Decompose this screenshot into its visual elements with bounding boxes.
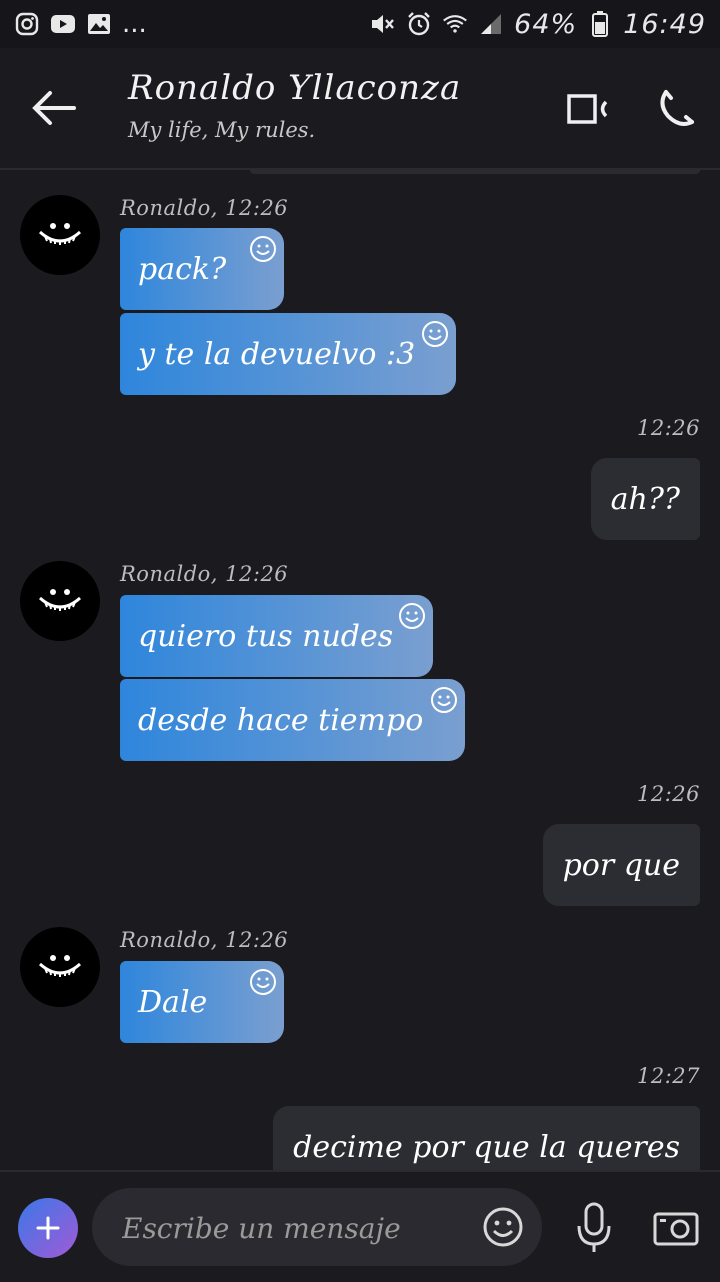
incoming-bubble[interactable]: y te la devuelvo :3: [120, 313, 456, 395]
message-text: por que: [562, 847, 680, 883]
voice-call-button[interactable]: [656, 88, 696, 128]
message-text: y te la devuelvo :3: [138, 336, 416, 372]
alarm-icon: [406, 11, 432, 37]
message-meta: 12:27: [636, 1064, 700, 1088]
grin-face-icon: [38, 955, 82, 977]
incoming-bubble[interactable]: pack?: [120, 228, 284, 310]
message-text: ah??: [610, 481, 680, 517]
video-camera-icon: [567, 94, 608, 124]
react-smiley-icon[interactable]: [248, 967, 278, 997]
signal-icon: [478, 11, 504, 37]
message-input-wrap: [92, 1188, 542, 1266]
contact-status: My life, My rules.: [128, 118, 316, 142]
camera-icon: [653, 1212, 699, 1246]
react-smiley-icon[interactable]: [397, 601, 427, 631]
status-left: ...: [14, 9, 147, 39]
outgoing-bubble[interactable]: por que: [542, 824, 700, 906]
grin-face-icon: [38, 223, 82, 245]
message-text: Dale: [138, 984, 208, 1020]
message-meta: 12:26: [636, 416, 700, 440]
incoming-bubble[interactable]: quiero tus nudes: [120, 595, 433, 677]
add-attachment-button[interactable]: [18, 1198, 78, 1258]
instagram-icon: [14, 11, 40, 37]
battery-icon: [587, 11, 613, 37]
camera-button[interactable]: [652, 1208, 700, 1248]
message-text: desde hace tiempo: [138, 702, 424, 738]
video-call-button[interactable]: [566, 92, 610, 126]
message-composer: [0, 1170, 720, 1282]
message-text: quiero tus nudes: [138, 618, 394, 654]
incoming-bubble[interactable]: Dale: [120, 961, 284, 1043]
react-smiley-icon[interactable]: [420, 319, 450, 349]
plus-icon: [36, 1216, 60, 1240]
battery-percent: 64%: [514, 8, 578, 40]
mute-icon: [370, 11, 396, 37]
contact-avatar[interactable]: [20, 927, 100, 1007]
contact-avatar[interactable]: [20, 561, 100, 641]
message-meta: Ronaldo, 12:26: [120, 928, 289, 952]
back-button[interactable]: [28, 88, 78, 128]
message-meta: Ronaldo, 12:26: [120, 562, 289, 586]
back-arrow-icon: [32, 91, 76, 125]
message-list[interactable]: Ronaldo, 12:26 pack? y te la devuelvo :3…: [0, 170, 720, 1170]
message-meta: 12:26: [636, 782, 700, 806]
message-meta: Ronaldo, 12:26: [120, 196, 289, 220]
gallery-icon: [86, 11, 112, 37]
more-notifications: ...: [122, 9, 147, 39]
message-text: decime por que la queres: [293, 1129, 680, 1165]
status-bar: ... 64% 16:49: [0, 0, 720, 48]
voice-message-button[interactable]: [574, 1200, 614, 1256]
phone-icon: [660, 90, 694, 126]
react-smiley-icon[interactable]: [248, 234, 278, 264]
react-smiley-icon[interactable]: [429, 685, 459, 715]
clock: 16:49: [623, 8, 706, 40]
contact-name[interactable]: Ronaldo Yllaconza: [128, 68, 461, 108]
emoji-icon: [483, 1207, 523, 1247]
wifi-icon: [442, 11, 468, 37]
outgoing-bubble[interactable]: decime por que la queres: [273, 1106, 700, 1170]
message-input[interactable]: [120, 1204, 464, 1252]
status-right: 64% 16:49: [370, 9, 706, 40]
grin-face-icon: [38, 589, 82, 611]
incoming-bubble[interactable]: desde hace tiempo: [120, 679, 465, 761]
contact-avatar[interactable]: [20, 195, 100, 275]
message-text: pack?: [138, 251, 227, 287]
emoji-button[interactable]: [482, 1206, 524, 1248]
previous-message-edge: [250, 170, 700, 174]
microphone-icon: [577, 1202, 611, 1252]
chat-header: Ronaldo Yllaconza My life, My rules.: [0, 48, 720, 170]
youtube-icon: [50, 11, 76, 37]
outgoing-bubble[interactable]: ah??: [590, 458, 700, 540]
